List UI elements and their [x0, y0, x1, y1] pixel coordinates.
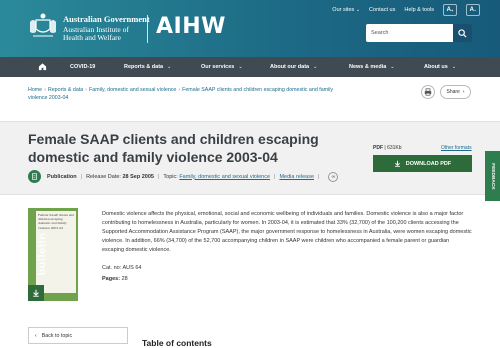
media-release-link[interactable]: Media release	[279, 174, 314, 180]
contact-us-link[interactable]: Contact us	[369, 7, 395, 13]
chevron-down-icon: ⌄	[167, 64, 172, 70]
aihw-logo[interactable]: AIHW	[156, 14, 226, 39]
nav-item-label: Reports & data	[124, 64, 164, 70]
back-to-topic-button[interactable]: ‹ Back to topic	[28, 327, 128, 344]
topic-link[interactable]: Family, domestic and sexual violence	[179, 174, 270, 180]
nav-item-our-services[interactable]: Our services ⌄	[201, 64, 243, 70]
chevron-down-icon: ⌄	[313, 64, 318, 70]
download-pdf-label: DOWNLOAD PDF	[405, 160, 452, 167]
download-icon	[394, 160, 400, 167]
government-logo-text[interactable]: Australian Government Australian Institu…	[63, 15, 150, 42]
chevron-down-icon: ⌄	[355, 7, 361, 13]
plus-icon: +	[451, 7, 454, 13]
download-icon	[33, 289, 39, 297]
share-icon: ‹	[462, 89, 465, 95]
breadcrumb-reports-data[interactable]: Reports & data	[48, 87, 83, 93]
meta-divider: |	[318, 173, 320, 180]
search-button[interactable]	[453, 24, 472, 42]
chevron-down-icon: ⌄	[238, 64, 243, 70]
cat-label: Cat. no:	[102, 265, 122, 271]
main-nav: COVID-19 Reports & data ⌄ Our services ⌄ A…	[0, 57, 500, 77]
share-button[interactable]: Share ‹	[440, 85, 471, 99]
our-sites-label: Our sites	[332, 7, 355, 13]
breadcrumb-topic[interactable]: Family, domestic and sexual violence	[89, 87, 176, 93]
coat-of-arms-icon	[30, 13, 56, 37]
nav-item-label: About us	[424, 64, 448, 70]
feedback-label: FEEDBACK	[490, 162, 495, 190]
publication-description: Domestic violence affects the physical, …	[102, 211, 472, 253]
page-title: Female SAAP clients and children escapin…	[28, 131, 319, 166]
search-input[interactable]: Search	[366, 24, 453, 42]
breadcrumb-home[interactable]: Home	[28, 87, 42, 93]
nav-item-label: COVID-19	[70, 64, 96, 70]
pdf-size: 631Kb	[387, 145, 402, 151]
release-date: 28 Sep 2005	[122, 173, 154, 180]
meta-divider: |	[157, 173, 160, 180]
nav-item-reports-data[interactable]: Reports & data ⌄	[124, 64, 171, 70]
publication-icon	[28, 170, 41, 183]
publication-type: Publication	[47, 173, 77, 180]
catalogue-number: Cat. no: AUS 64	[102, 265, 141, 271]
home-icon[interactable]	[38, 62, 47, 71]
pdf-label: PDF	[373, 145, 383, 151]
breadcrumb-separator-icon: ›	[85, 87, 88, 93]
text-larger-button[interactable]: A +	[443, 4, 457, 16]
nav-item-news-media[interactable]: News & media ⌄	[349, 64, 395, 70]
meta-divider: |	[80, 173, 83, 180]
nav-item-label: About our data	[270, 64, 310, 70]
cover-series: bulletin	[36, 232, 49, 276]
minus-icon: −	[474, 7, 477, 13]
text-smaller-button[interactable]: A −	[466, 4, 480, 16]
cat-value: AUS 64	[122, 265, 142, 271]
back-to-topic-label: Back to topic	[41, 332, 73, 339]
pages-label: Pages:	[102, 276, 121, 282]
download-pdf-button[interactable]: DOWNLOAD PDF	[373, 155, 472, 172]
pages-value: 28	[121, 276, 128, 282]
release-label: Release Date:	[86, 173, 121, 180]
utility-bar: Our sites ⌄ Contact us Help & tools A + A…	[332, 4, 480, 16]
cover-title: Female SAAP clients and children escapin…	[38, 213, 74, 230]
related-icon[interactable]: ∞	[328, 171, 339, 182]
cover-download-button[interactable]	[28, 285, 44, 301]
help-tools-link[interactable]: Help & tools	[404, 7, 434, 13]
printer-icon	[424, 88, 432, 96]
other-formats-link[interactable]: Other formats	[441, 145, 472, 151]
chevron-down-icon: ⌄	[451, 64, 457, 70]
pdf-info: PDF | 631Kb	[373, 145, 402, 151]
breadcrumb-separator-icon: ›	[44, 87, 46, 93]
share-label: Share	[446, 89, 460, 95]
nav-item-label: Our services	[201, 64, 235, 70]
toc-heading: Table of contents	[142, 338, 212, 348]
publication-meta: Publication | Release Date: 28 Sep 2005 …	[28, 170, 339, 183]
breadcrumb: Home › Reports & data › Family, domestic and…	[28, 87, 348, 102]
search-icon	[458, 28, 467, 38]
gov-line-3: Health and Welfare	[63, 32, 121, 42]
meta-divider: |	[274, 173, 276, 180]
chevron-left-icon: ‹	[35, 332, 37, 339]
gov-line-1: Australian Government	[63, 14, 150, 24]
breadcrumb-separator-icon: ›	[178, 87, 181, 93]
nav-item-about-our-data[interactable]: About our data ⌄	[270, 64, 317, 70]
site-header: Australian Government Australian Institu…	[0, 0, 500, 57]
feedback-tab[interactable]: FEEDBACK	[485, 151, 500, 201]
our-sites-link[interactable]: Our sites ⌄	[332, 7, 360, 13]
print-button[interactable]	[421, 85, 435, 99]
logo-divider	[147, 15, 148, 43]
chevron-down-icon: ⌄	[390, 64, 395, 70]
nav-item-about-us[interactable]: About us ⌄	[424, 64, 456, 70]
nav-item-label: News & media	[349, 64, 387, 70]
page-count: Pages: 28	[102, 276, 128, 282]
topic-label: Topic:	[163, 173, 178, 180]
nav-item-covid[interactable]: COVID-19	[70, 64, 95, 70]
